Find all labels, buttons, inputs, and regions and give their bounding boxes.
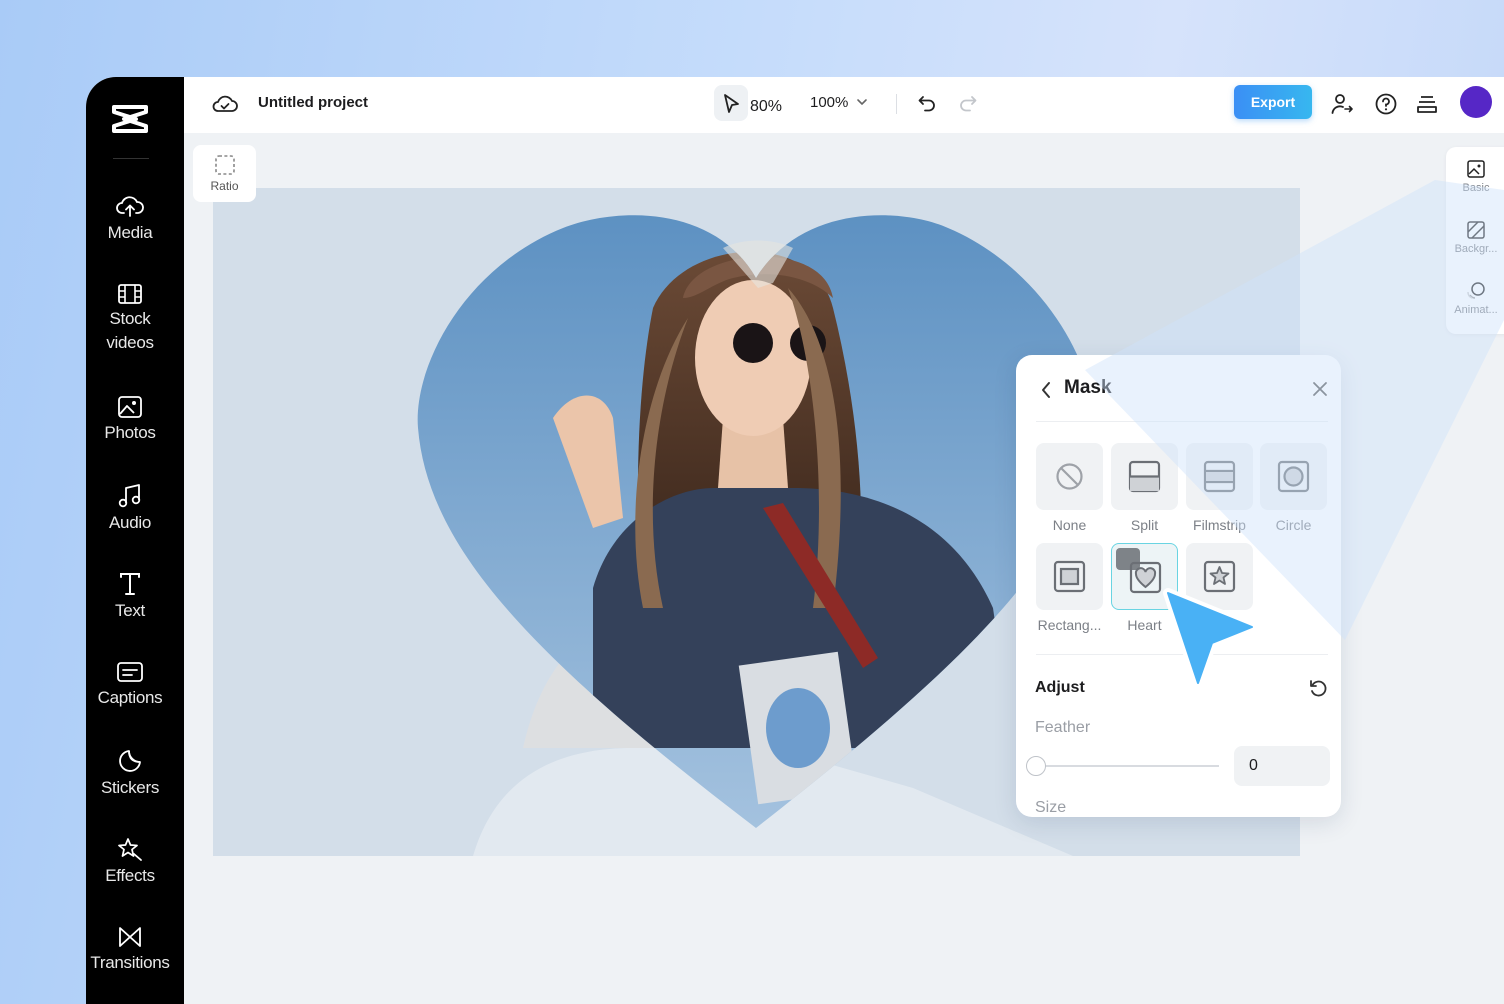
adjust-heading: Adjust (1035, 679, 1085, 696)
sidebar-item-label: Stickers (100, 778, 160, 797)
sidebar-item-label: Media (107, 223, 153, 242)
music-icon (118, 484, 141, 508)
sidebar-item-label: Text (115, 601, 145, 620)
share-user-icon[interactable] (1330, 92, 1354, 116)
sidebar-item-text[interactable]: Text (86, 571, 174, 623)
sidebar-item-label: Transitions (90, 953, 170, 972)
left-sidebar: Media Stock videos Photos Audio Text Cap… (86, 77, 184, 1004)
sidebar-item-label: Photos (104, 423, 156, 442)
chevron-down-icon[interactable] (856, 97, 868, 107)
captions-icon (117, 662, 143, 682)
reset-icon[interactable] (1308, 678, 1328, 698)
ratio-label: Ratio (210, 179, 239, 193)
image-icon (118, 396, 142, 418)
film-icon (118, 284, 142, 304)
sidebar-item-media[interactable]: Media (86, 193, 174, 245)
upload-cloud-icon (116, 196, 144, 217)
select-tool-button[interactable] (714, 85, 748, 121)
redo-icon[interactable] (958, 93, 978, 113)
feather-label: Feather (1035, 719, 1091, 736)
zoom-select[interactable]: 100% (810, 94, 848, 111)
feather-slider-handle[interactable] (1026, 756, 1046, 776)
cloud-save-icon[interactable] (212, 93, 238, 115)
project-title[interactable]: Untitled project (258, 94, 368, 111)
sidebar-item-label: Stock videos (106, 309, 154, 352)
export-button[interactable]: Export (1234, 85, 1312, 119)
ratio-icon (214, 155, 235, 175)
sidebar-item-transitions[interactable]: Transitions (86, 925, 174, 975)
feather-slider-track[interactable] (1036, 765, 1219, 767)
sticker-icon (119, 750, 141, 772)
cursor-icon (724, 94, 739, 113)
text-icon (120, 573, 140, 595)
sparkle-icon (118, 838, 142, 861)
transition-icon (119, 927, 141, 947)
pointer-cursor-icon (1163, 588, 1257, 688)
help-icon[interactable] (1374, 92, 1398, 116)
undo-icon[interactable] (917, 93, 937, 113)
capcut-logo (112, 105, 148, 133)
avatar[interactable] (1460, 86, 1492, 118)
sidebar-item-photos[interactable]: Photos (86, 395, 174, 445)
feather-value-input[interactable]: 0 (1234, 746, 1330, 786)
sidebar-item-stock-videos[interactable]: Stock videos (86, 283, 174, 355)
ratio-button[interactable]: Ratio (193, 145, 256, 202)
sidebar-item-effects[interactable]: Effects (86, 836, 174, 888)
cursor-zoom-value: 80% (750, 98, 783, 115)
sidebar-item-captions[interactable]: Captions (86, 660, 174, 710)
sidebar-divider (113, 158, 149, 159)
sidebar-item-audio[interactable]: Audio (86, 483, 174, 535)
sidebar-item-label: Captions (97, 688, 163, 707)
sidebar-item-stickers[interactable]: Stickers (86, 748, 174, 800)
sidebar-item-label: Audio (109, 513, 151, 532)
toolbar-divider (896, 94, 897, 114)
sidebar-item-label: Effects (105, 866, 155, 885)
top-toolbar: Untitled project 80% 100% Export (184, 77, 1504, 133)
layers-icon[interactable] (1415, 92, 1439, 116)
size-label: Size (1035, 799, 1067, 816)
